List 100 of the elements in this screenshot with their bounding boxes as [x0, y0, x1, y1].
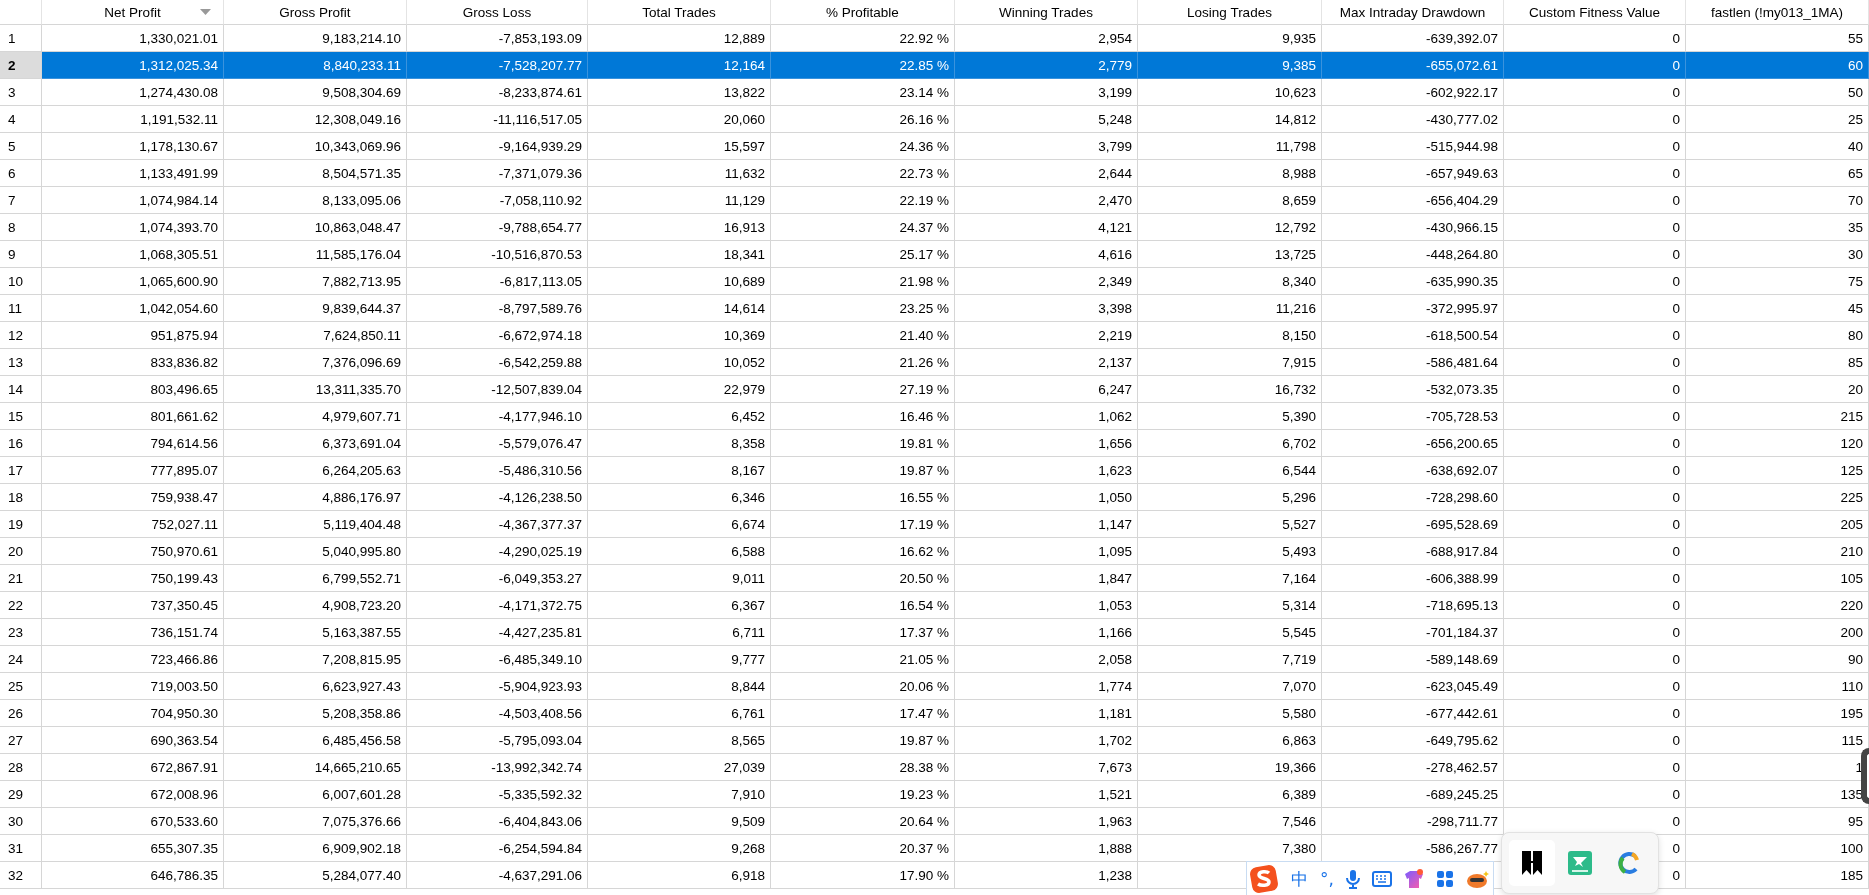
row-number[interactable]: 19: [0, 511, 42, 538]
table-cell: 19.87 %: [771, 457, 955, 484]
table-cell: 8,504,571.35: [224, 160, 407, 187]
input-method-logo-icon[interactable]: [1249, 864, 1279, 894]
table-cell: 5,119,404.48: [224, 511, 407, 538]
row-number[interactable]: 28: [0, 754, 42, 781]
row-number[interactable]: 10: [0, 268, 42, 295]
row-number[interactable]: 4: [0, 106, 42, 133]
table-cell: 803,496.65: [42, 376, 224, 403]
table-cell: 1,062: [955, 403, 1138, 430]
table-cell: 105: [1686, 565, 1869, 592]
table-cell: -6,672,974.18: [407, 322, 588, 349]
table-cell: 1,963: [955, 808, 1138, 835]
column-header[interactable]: Total Trades: [588, 0, 771, 25]
microphone-icon[interactable]: [1345, 869, 1360, 889]
table-cell: 0: [1504, 619, 1686, 646]
keyboard-icon[interactable]: [1371, 871, 1392, 887]
row-number[interactable]: 25: [0, 673, 42, 700]
table-cell: 1,181: [955, 700, 1138, 727]
column-header[interactable]: Custom Fitness Value: [1504, 0, 1686, 25]
table-cell: 750,199.43: [42, 565, 224, 592]
bookmark-app-icon[interactable]: [1509, 840, 1555, 886]
table-cell: 1,065,600.90: [42, 268, 224, 295]
row-number[interactable]: 5: [0, 133, 42, 160]
column-header[interactable]: % Profitable: [771, 0, 955, 25]
row-number[interactable]: 15: [0, 403, 42, 430]
row-number[interactable]: 13: [0, 349, 42, 376]
table-cell: -12,507,839.04: [407, 376, 588, 403]
column-header[interactable]: Net Profit: [42, 0, 224, 25]
row-number[interactable]: 17: [0, 457, 42, 484]
column-header[interactable]: Winning Trades: [955, 0, 1138, 25]
table-cell: 672,008.96: [42, 781, 224, 808]
row-number[interactable]: 29: [0, 781, 42, 808]
column-header[interactable]: Gross Profit: [224, 0, 407, 25]
table-cell: 0: [1504, 754, 1686, 781]
table-cell: 8,659: [1138, 187, 1322, 214]
table-cell: 21.05 %: [771, 646, 955, 673]
table-cell: 1,095: [955, 538, 1138, 565]
row-number[interactable]: 18: [0, 484, 42, 511]
row-number[interactable]: 2: [0, 52, 42, 79]
row-number[interactable]: 26: [0, 700, 42, 727]
table-cell: 4,979,607.71: [224, 403, 407, 430]
table-cell: 8,565: [588, 727, 771, 754]
row-number[interactable]: 11: [0, 295, 42, 322]
row-number[interactable]: 20: [0, 538, 42, 565]
app-grid-icon[interactable]: [1435, 870, 1454, 888]
column-header[interactable]: Max Intraday Drawdown: [1322, 0, 1504, 25]
row-number[interactable]: 14: [0, 376, 42, 403]
row-number[interactable]: 24: [0, 646, 42, 673]
table-cell: -4,367,377.37: [407, 511, 588, 538]
row-number[interactable]: 22: [0, 592, 42, 619]
shirt-icon[interactable]: [1403, 869, 1424, 889]
table-cell: 22.19 %: [771, 187, 955, 214]
row-number[interactable]: 9: [0, 241, 42, 268]
row-number[interactable]: 12: [0, 322, 42, 349]
table-cell: 951,875.94: [42, 322, 224, 349]
row-number[interactable]: 32: [0, 862, 42, 889]
table-cell: -4,171,372.75: [407, 592, 588, 619]
mascot-icon[interactable]: [1465, 869, 1490, 889]
table-cell: 80: [1686, 322, 1869, 349]
row-number[interactable]: 7: [0, 187, 42, 214]
table-cell: 75: [1686, 268, 1869, 295]
table-cell: 7,164: [1138, 565, 1322, 592]
table-cell: 6,007,601.28: [224, 781, 407, 808]
table-cell: 8,988: [1138, 160, 1322, 187]
table-cell: -4,503,408.56: [407, 700, 588, 727]
table-cell: 220: [1686, 592, 1869, 619]
table-cell: 0: [1504, 322, 1686, 349]
row-number[interactable]: 8: [0, 214, 42, 241]
table-cell: 25.17 %: [771, 241, 955, 268]
row-number[interactable]: 6: [0, 160, 42, 187]
floating-button[interactable]: [1861, 748, 1869, 804]
row-number[interactable]: 27: [0, 727, 42, 754]
table-cell: 0: [1504, 565, 1686, 592]
table-cell: 8,340: [1138, 268, 1322, 295]
row-number[interactable]: 21: [0, 565, 42, 592]
table-cell: 70: [1686, 187, 1869, 214]
table-cell: -656,404.29: [1322, 187, 1504, 214]
table-cell: 10,623: [1138, 79, 1322, 106]
row-number[interactable]: 30: [0, 808, 42, 835]
table-cell: 801,661.62: [42, 403, 224, 430]
table-cell: 7,070: [1138, 673, 1322, 700]
row-number[interactable]: 23: [0, 619, 42, 646]
table-cell: 5,545: [1138, 619, 1322, 646]
table-cell: 0: [1504, 79, 1686, 106]
table-cell: -606,388.99: [1322, 565, 1504, 592]
table-cell: 1,050: [955, 484, 1138, 511]
column-header[interactable]: fastlen (!my013_1MA): [1686, 0, 1869, 25]
table-cell: 5,580: [1138, 700, 1322, 727]
table-cell: 5,040,995.80: [224, 538, 407, 565]
row-number[interactable]: 16: [0, 430, 42, 457]
table-cell: 95: [1686, 808, 1869, 835]
punctuation-mode-toggle[interactable]: °,: [1320, 869, 1334, 889]
table-cell: 7,208,815.95: [224, 646, 407, 673]
row-number[interactable]: 3: [0, 79, 42, 106]
language-mode-toggle[interactable]: 中: [1291, 867, 1308, 891]
column-header[interactable]: Gross Loss: [407, 0, 588, 25]
table-cell: -695,528.69: [1322, 511, 1504, 538]
column-header[interactable]: Losing Trades: [1138, 0, 1322, 25]
row-number[interactable]: 31: [0, 835, 42, 862]
